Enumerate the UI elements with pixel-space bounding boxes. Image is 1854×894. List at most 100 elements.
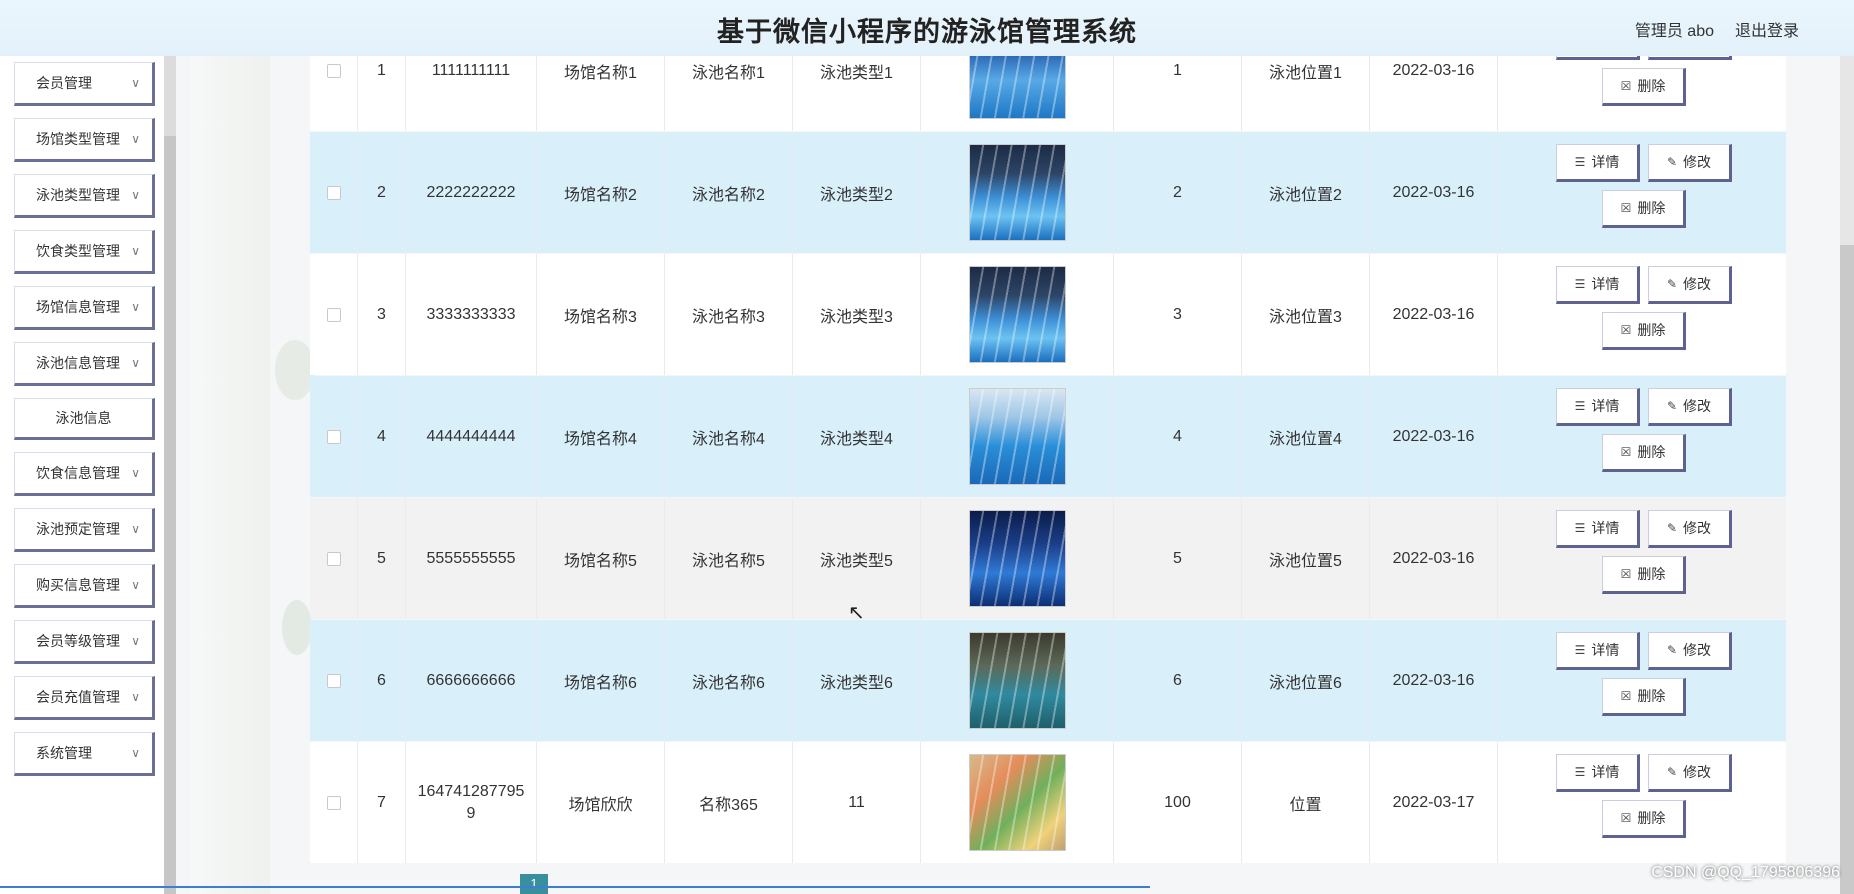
sidebar-item-label: 购买信息管理 [36,577,120,593]
row-actions: ☰ 详情 ✎ 修改 ☒ 删除 [1498,742,1786,863]
pool-name: 泳池名称6 [665,620,793,741]
delete-button[interactable]: ☒ 删除 [1602,190,1686,228]
row-checkbox[interactable] [326,673,341,688]
sidebar-item-label: 泳池信息管理 [36,355,120,371]
pagination-current-page[interactable]: 1 [520,874,548,894]
account-number: 6666666666 [406,620,537,741]
account-number: 5555555555 [406,498,537,619]
edit-button[interactable]: ✎ 修改 [1648,632,1732,670]
delete-button[interactable]: ☒ 删除 [1602,312,1686,350]
delete-button[interactable]: ☒ 删除 [1602,434,1686,472]
detail-button[interactable]: ☰ 详情 [1556,754,1640,792]
detail-button[interactable]: ☰ 详情 [1556,510,1640,548]
account-number: 2222222222 [406,132,537,253]
sidebar-group-item[interactable]: 购买信息管理 ∨ [14,564,155,608]
sidebar-item-label: 会员充值管理 [36,689,120,705]
detail-button[interactable]: ☰ 详情 [1556,144,1640,182]
document-icon: ☰ [1574,277,1586,291]
row-checkbox[interactable] [326,551,341,566]
pool-number: 2 [1114,132,1242,253]
pool-photo[interactable] [968,388,1066,485]
delete-button[interactable]: ☒ 删除 [1602,800,1686,838]
edit-button[interactable]: ✎ 修改 [1648,510,1732,548]
logout-link[interactable]: 退出登录 [1735,17,1799,41]
pool-type: 泳池类型3 [793,254,921,375]
decorative-leaf [282,600,312,655]
sidebar-group-item[interactable]: 场馆类型管理 ∨ [14,118,155,162]
created-date: 2022-03-16 [1370,132,1498,253]
delete-button-label: 删除 [1637,200,1666,216]
sidebar-item-label: 会员管理 [36,75,92,91]
sidebar-item-label: 泳池预定管理 [36,521,120,537]
delete-button[interactable]: ☒ 删除 [1602,678,1686,716]
sidebar-group-item[interactable]: 会员等级管理 ∨ [14,620,155,664]
account-number: 3333333333 [406,254,537,375]
delete-button-label: 删除 [1637,810,1666,826]
row-checkbox[interactable] [326,307,341,322]
sidebar-group-item[interactable]: 系统管理 ∨ [14,732,155,776]
row-actions: ☰ 详情 ✎ 修改 ☒ 删除 [1498,132,1786,253]
pool-name: 泳池名称2 [665,132,793,253]
delete-button-label: 删除 [1637,322,1666,338]
row-checkbox[interactable] [326,795,341,810]
row-checkbox[interactable] [326,185,341,200]
chevron-down-icon: ∨ [131,132,140,146]
edit-button-label: 修改 [1683,154,1712,170]
edit-button[interactable]: ✎ 修改 [1648,266,1732,304]
sidebar-item-label: 会员等级管理 [36,633,120,649]
row-actions: ☰ 详情 ✎ 修改 ☒ 删除 [1498,376,1786,497]
pool-photo[interactable] [968,144,1066,241]
pool-name: 泳池名称4 [665,376,793,497]
sidebar-group-item[interactable]: 泳池类型管理 ∨ [14,174,155,218]
chevron-down-icon: ∨ [131,300,140,314]
chevron-down-icon: ∨ [131,578,140,592]
pool-photo[interactable] [968,632,1066,729]
row-checkbox-cell [310,376,358,497]
delete-button-label: 删除 [1637,78,1666,94]
created-date: 2022-03-16 [1370,620,1498,741]
page-scrollbar-thumb[interactable] [1840,245,1854,894]
chevron-down-icon: ∨ [131,522,140,536]
sidebar-group-item[interactable]: 泳池信息管理 ∨ [14,342,155,386]
pool-number: 100 [1114,742,1242,863]
chevron-down-icon: ∨ [131,244,140,258]
row-checkbox-cell [310,742,358,863]
pool-photo[interactable] [968,266,1066,363]
sidebar-group-item[interactable]: 会员充值管理 ∨ [14,676,155,720]
edit-button[interactable]: ✎ 修改 [1648,388,1732,426]
pool-photo[interactable] [968,510,1066,607]
edit-button-label: 修改 [1683,520,1712,536]
row-checkbox-cell [310,620,358,741]
pool-image-cell [921,132,1114,253]
edit-button[interactable]: ✎ 修改 [1648,144,1732,182]
pool-location: 位置 [1242,742,1370,863]
decorative-background [190,56,270,894]
created-date: 2022-03-16 [1370,376,1498,497]
edit-button[interactable]: ✎ 修改 [1648,754,1732,792]
sidebar-group-item[interactable]: 饮食信息管理 ∨ [14,452,155,496]
pool-name: 泳池名称3 [665,254,793,375]
detail-button[interactable]: ☰ 详情 [1556,632,1640,670]
detail-button[interactable]: ☰ 详情 [1556,266,1640,304]
trash-icon: ☒ [1620,445,1632,459]
row-checkbox[interactable] [326,429,341,444]
sidebar-group-item[interactable]: 饮食类型管理 ∨ [14,230,155,274]
sidebar-scrollbar-thumb[interactable] [164,136,176,894]
row-index: 6 [358,620,406,741]
delete-button[interactable]: ☒ 删除 [1602,68,1686,106]
sidebar-item-label: 饮食信息管理 [36,465,120,481]
delete-button[interactable]: ☒ 删除 [1602,556,1686,594]
pool-type: 泳池类型4 [793,376,921,497]
decorative-leaf [275,340,315,400]
detail-button[interactable]: ☰ 详情 [1556,388,1640,426]
pool-image-cell [921,742,1114,863]
pool-photo-texture [969,633,1065,728]
pool-photo[interactable] [968,754,1066,851]
pool-name: 名称365 [665,742,793,863]
sidebar-group-item[interactable]: 泳池预定管理 ∨ [14,508,155,552]
sidebar-subitem-pool-info[interactable]: 泳池信息 [14,398,155,440]
row-checkbox[interactable] [326,63,341,78]
document-icon: ☰ [1574,521,1586,535]
sidebar-group-item[interactable]: 会员管理 ∨ [14,62,155,106]
sidebar-group-item[interactable]: 场馆信息管理 ∨ [14,286,155,330]
